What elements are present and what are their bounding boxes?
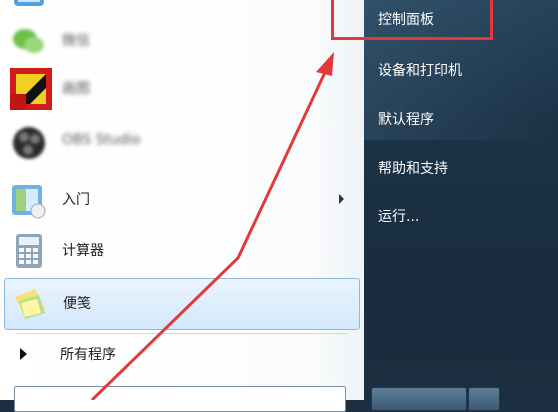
program-label: 微信 [62,33,90,49]
search-input[interactable] [14,386,346,412]
devices-printers-link[interactable]: 设备和打印机 [378,60,462,80]
program-item-wechat[interactable]: 微信 [4,16,358,66]
run-link[interactable]: 运行... [378,206,419,226]
shutdown-options-button[interactable] [468,387,500,411]
calculator-icon [10,232,48,270]
paint-icon [10,68,52,110]
app-icon [10,0,48,12]
program-label: OBS Studio [62,132,141,148]
program-label: 画图 [62,81,90,97]
start-menu-programs-panel: 微信 画图 OBS Studio 入门 计算器 便笺 所有程序 [0,0,365,412]
shutdown-button[interactable] [371,387,467,411]
program-item-calculator[interactable]: 计算器 [4,226,358,276]
submenu-arrow-icon[interactable] [339,194,344,204]
annotation-highlight-box [331,0,493,40]
sticky-notes-icon [11,285,49,323]
program-item-sticky-notes[interactable]: 便笺 [4,278,360,330]
program-label: 入门 [62,192,90,208]
getting-started-icon [10,181,48,219]
help-support-link[interactable]: 帮助和支持 [378,158,448,178]
program-label: 计算器 [62,243,104,259]
program-item-obs[interactable]: OBS Studio [4,118,358,168]
obs-icon [10,124,48,162]
all-programs-label: 所有程序 [60,347,116,363]
all-programs-button[interactable]: 所有程序 [4,336,358,372]
wechat-icon [10,22,48,60]
default-programs-link[interactable]: 默认程序 [378,109,434,129]
menu-separator [16,333,348,334]
program-label: 便笺 [63,296,91,312]
program-item-getting-started[interactable]: 入门 [4,175,358,225]
arrow-right-icon [20,348,27,360]
program-item-paint[interactable]: 画图 [4,64,358,114]
